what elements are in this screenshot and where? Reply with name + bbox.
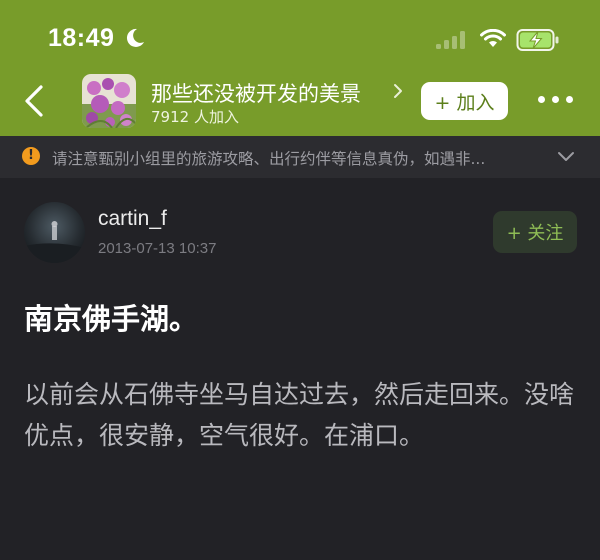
post-timestamp: 2013-07-13 10:37 xyxy=(98,240,217,257)
group-avatar[interactable] xyxy=(82,74,136,128)
post-body: 以前会从石佛寺坐马自达过去，然后走回来。没啥优点，很安静，空气很好。在浦口。 xyxy=(24,380,575,450)
follow-button[interactable]: + 关注 xyxy=(493,211,577,253)
notice-banner[interactable]: ! 请注意甄别小组里的旅游攻略、出行约伴等信息真伪，如遇非... xyxy=(0,136,600,178)
author-avatar[interactable] xyxy=(24,202,85,263)
signal-icon xyxy=(436,31,465,49)
status-time: 18:49 xyxy=(48,24,115,52)
post-title: 南京佛手湖。 xyxy=(24,302,199,336)
author-name[interactable]: cartin_f xyxy=(98,207,167,231)
battery-charging-icon xyxy=(516,29,559,51)
group-name[interactable]: 那些还没被开发的美景 xyxy=(151,78,361,108)
chevron-right-icon[interactable] xyxy=(392,82,404,100)
moon-icon xyxy=(126,28,144,47)
more-dot-icon xyxy=(538,96,545,103)
more-dot-icon xyxy=(552,96,559,103)
back-button[interactable] xyxy=(20,84,50,118)
member-count: 7912 人加入 xyxy=(151,108,239,126)
notice-text: 请注意甄别小组里的旅游攻略、出行约伴等信息真伪，如遇非... xyxy=(52,150,486,168)
group-header: 18:49 那些还没被开发的美景 7912 人加入 + 加入 xyxy=(0,0,600,136)
warning-icon: ! xyxy=(22,147,40,165)
join-group-button[interactable]: + 加入 xyxy=(421,82,508,120)
more-dot-icon xyxy=(566,96,573,103)
more-options-button[interactable] xyxy=(536,96,576,108)
chevron-down-icon[interactable] xyxy=(557,151,575,163)
wifi-icon xyxy=(480,29,506,47)
